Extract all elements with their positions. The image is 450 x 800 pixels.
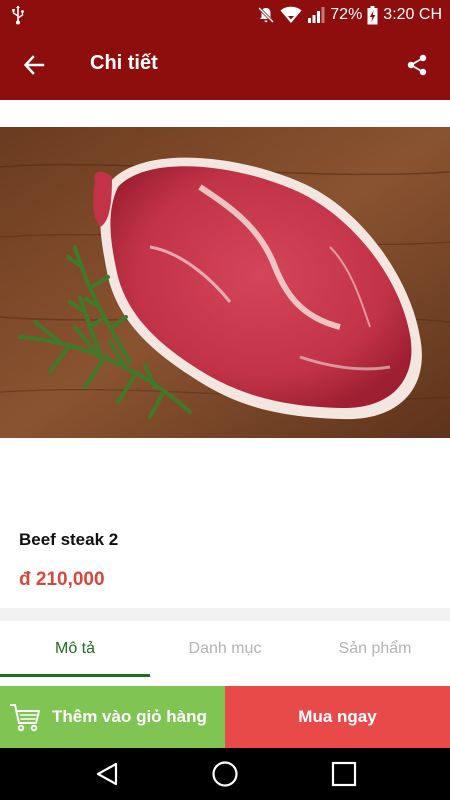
- back-triangle-icon: [96, 762, 118, 786]
- page-title: Chi tiết: [90, 52, 158, 74]
- recents-square-icon: [331, 761, 357, 787]
- usb-icon: [12, 5, 24, 25]
- signal-icon: [308, 7, 325, 23]
- product-price: đ 210,000: [19, 569, 105, 590]
- add-to-cart-button[interactable]: Thêm vào giỏ hàng: [0, 686, 225, 748]
- product-image: [0, 127, 450, 438]
- wifi-icon: [280, 6, 302, 24]
- nav-back-button[interactable]: [90, 757, 124, 791]
- share-button[interactable]: [402, 50, 432, 80]
- nav-recents-button[interactable]: [327, 757, 361, 791]
- add-to-cart-label: Thêm vào giỏ hàng: [52, 707, 207, 726]
- product-name: Beef steak 2: [19, 530, 119, 549]
- app-bar: Chi tiết: [0, 30, 450, 100]
- arrow-left-icon: [23, 55, 45, 75]
- battery-charging-icon: [367, 5, 378, 24]
- mute-icon: [258, 6, 275, 24]
- nav-home-button[interactable]: [208, 757, 242, 791]
- tab-category[interactable]: Danh mục: [150, 621, 300, 677]
- system-nav-bar: [0, 748, 450, 800]
- status-bar: 72% 3:20 CH: [0, 0, 450, 30]
- tab-description[interactable]: Mô tả: [0, 621, 150, 677]
- bottom-action-bar: Thêm vào giỏ hàng Mua ngay: [0, 686, 450, 748]
- tab-products[interactable]: Sản phẩm: [300, 621, 450, 677]
- status-indicators: 72% 3:20 CH: [257, 0, 442, 30]
- buy-now-button[interactable]: Mua ngay: [225, 686, 450, 748]
- cart-icon: [10, 704, 40, 732]
- clock: 3:20 CH: [383, 6, 442, 23]
- detail-tabs: Mô tả Danh mục Sản phẩm: [0, 621, 450, 677]
- share-icon: [407, 54, 427, 76]
- product-detail-screen: 72% 3:20 CH Chi tiết Beef steak 2 đ 210,…: [0, 0, 450, 800]
- back-button[interactable]: [16, 47, 52, 83]
- home-circle-icon: [212, 761, 238, 787]
- section-divider: [0, 608, 450, 621]
- battery-percent: 72%: [330, 6, 363, 23]
